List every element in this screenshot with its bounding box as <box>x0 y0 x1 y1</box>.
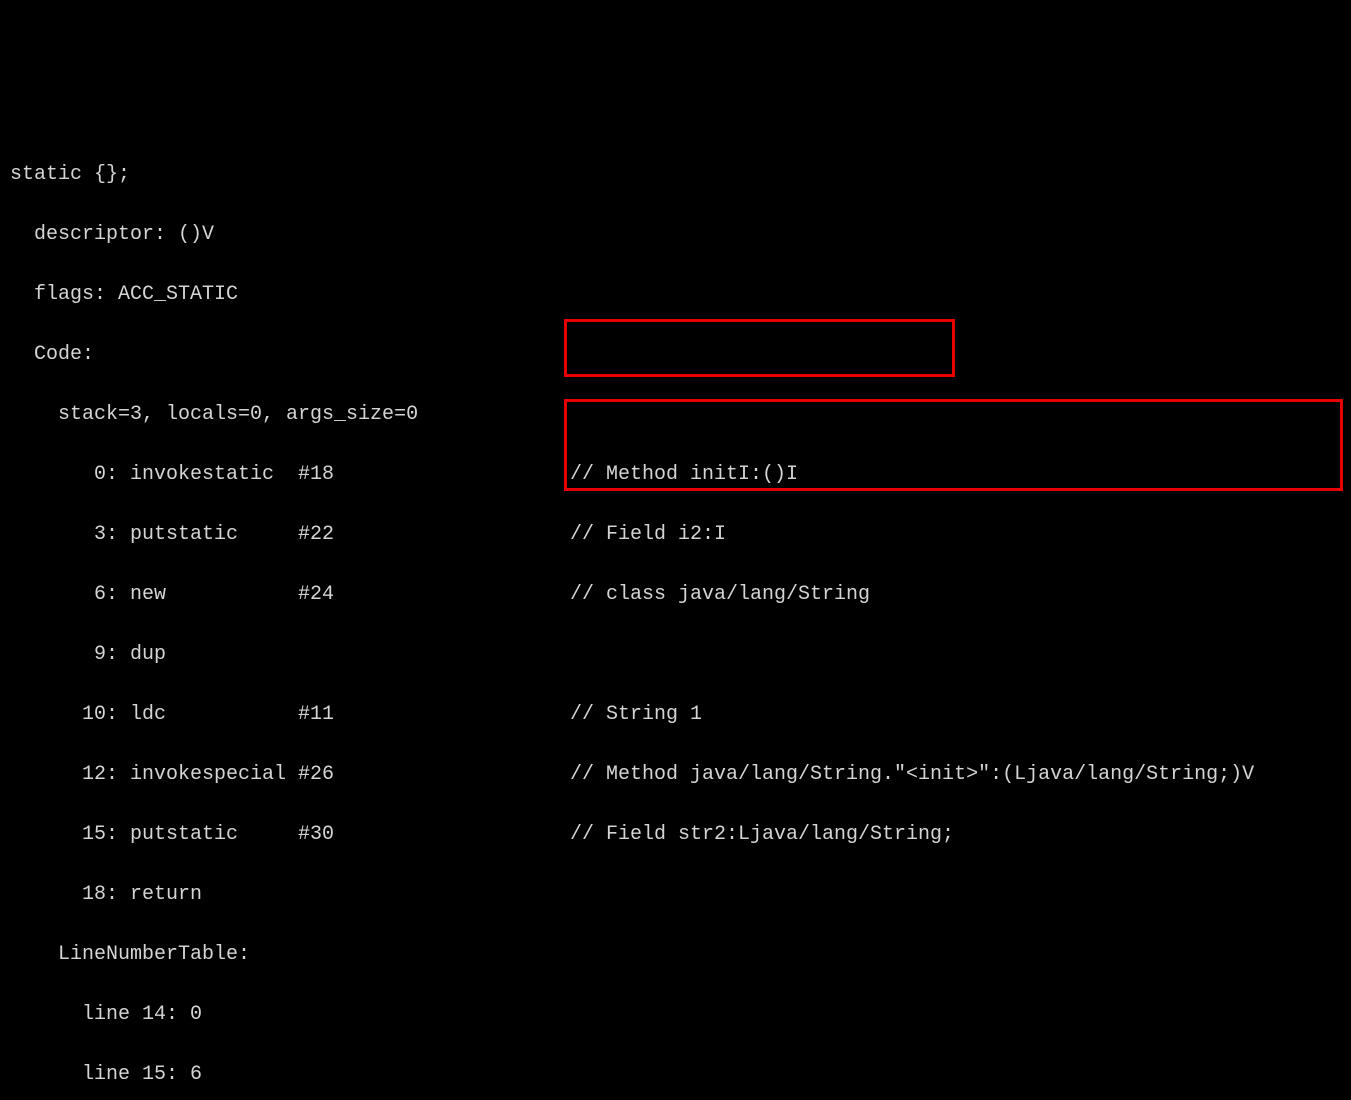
instruction: 15: putstatic #30 <box>10 823 334 846</box>
comment: // Field i2:I <box>570 520 726 550</box>
comment: // String 1 <box>570 700 702 730</box>
code-line: 9: dup <box>10 640 1341 670</box>
code-line: 3: putstatic #22 // Field i2:I <box>10 520 1341 550</box>
instruction: 3: putstatic #22 <box>10 523 334 546</box>
instruction: 12: invokespecial #26 <box>10 763 334 786</box>
instruction: 10: ldc #11 <box>10 703 334 726</box>
code-line: LineNumberTable: <box>10 940 1341 970</box>
code-line: 12: invokespecial #26 // Method java/lang… <box>10 760 1341 790</box>
comment: // Method java/lang/String."<init>":(Lja… <box>570 760 1254 790</box>
instruction: 0: invokestatic #18 <box>10 463 334 486</box>
code-line: line 15: 6 <box>10 1060 1341 1090</box>
code-line: line 14: 0 <box>10 1000 1341 1030</box>
code-line: descriptor: ()V <box>10 220 1341 250</box>
code-line: stack=3, locals=0, args_size=0 <box>10 400 1341 430</box>
comment: // Field str2:Ljava/lang/String; <box>570 820 954 850</box>
code-line: 15: putstatic #30 // Field str2:Ljava/lan… <box>10 820 1341 850</box>
code-line: Code: <box>10 340 1341 370</box>
code-line: 10: ldc #11 // String 1 <box>10 700 1341 730</box>
comment: // class java/lang/String <box>570 580 870 610</box>
bytecode-listing: static {}; descriptor: ()V flags: ACC_ST… <box>10 130 1341 1100</box>
instruction: 6: new #24 <box>10 583 334 606</box>
code-line: flags: ACC_STATIC <box>10 280 1341 310</box>
code-line: static {}; <box>10 160 1341 190</box>
code-line: 6: new #24 // class java/lang/String <box>10 580 1341 610</box>
code-line: 0: invokestatic #18 // Method initI:()I <box>10 460 1341 490</box>
comment: // Method initI:()I <box>570 460 798 490</box>
code-line: 18: return <box>10 880 1341 910</box>
